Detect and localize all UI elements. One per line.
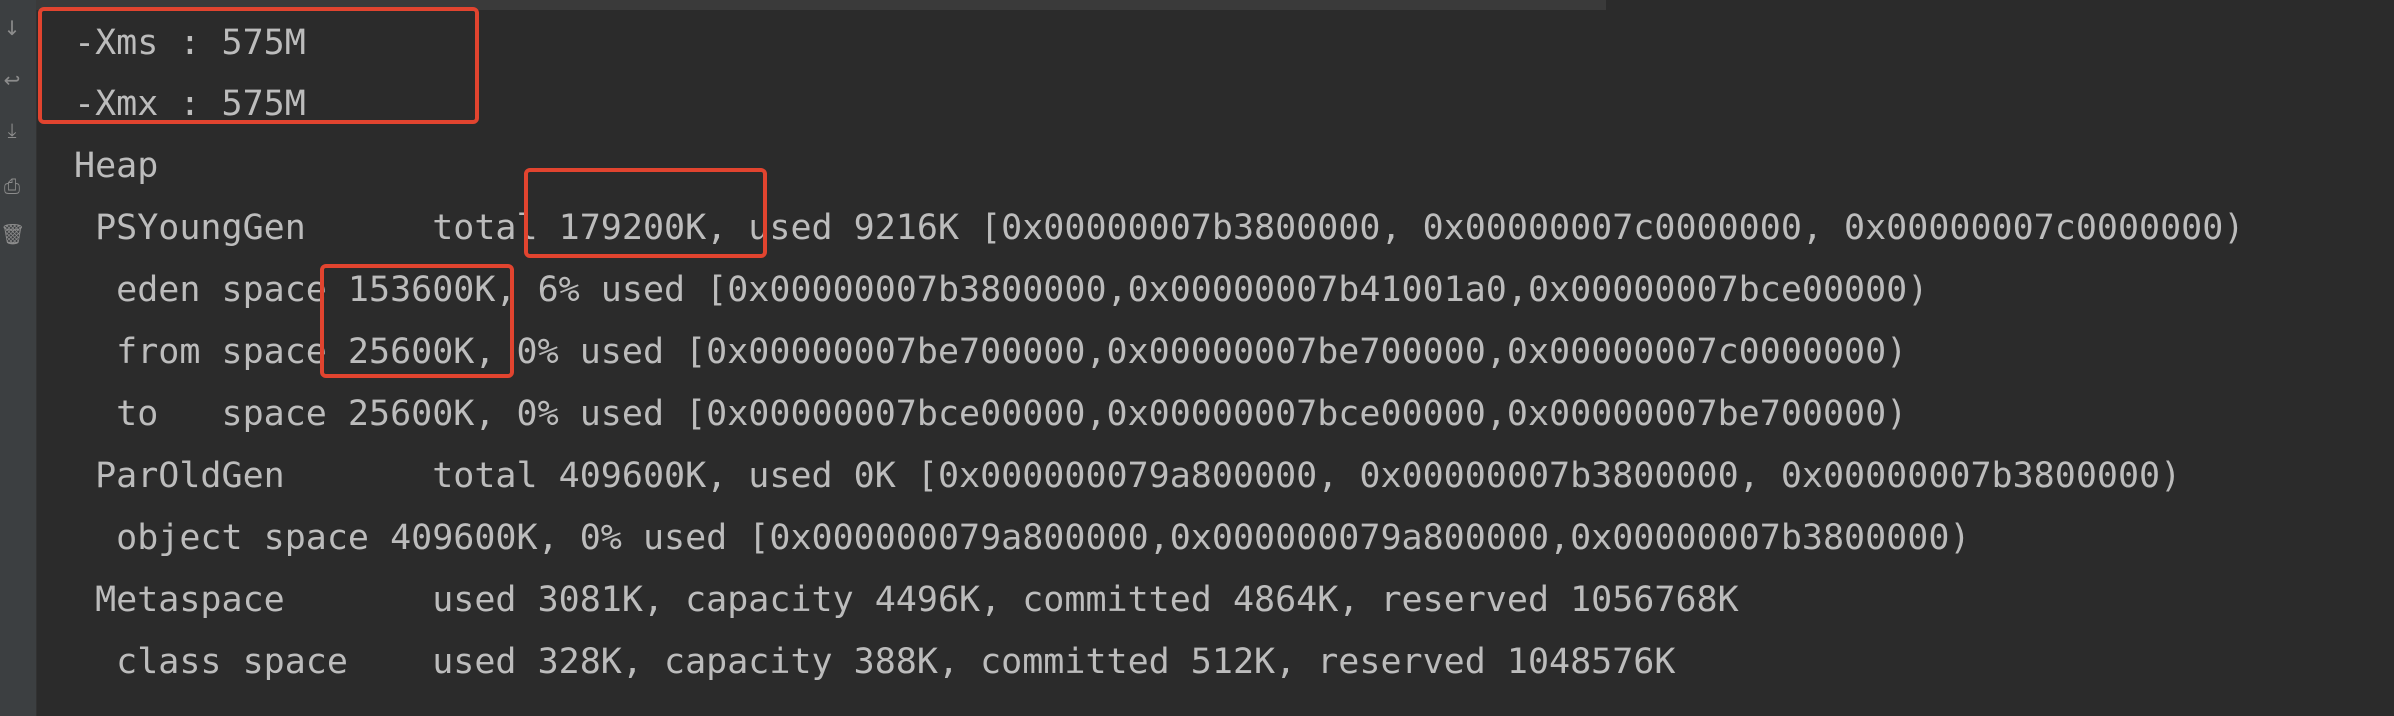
console-line-from-space: from space 25600K, 0% used [0x00000007be…: [74, 332, 1908, 372]
console-line-psyounggen: PSYoungGen total 179200K, used 9216K [0x…: [74, 208, 2245, 248]
console-output[interactable]: -Xms : 575M -Xmx : 575M Heap PSYoungGen …: [36, 0, 2394, 716]
console-line-heap: Heap: [74, 146, 159, 186]
console-line-class-space: class space used 328K, capacity 388K, co…: [74, 642, 1676, 682]
console-line-to-space: to space 25600K, 0% used [0x00000007bce0…: [74, 394, 1908, 434]
print-icon[interactable]: ⎙: [0, 174, 24, 198]
trash-icon[interactable]: 🗑: [0, 222, 25, 246]
console-line-metaspace: Metaspace used 3081K, capacity 4496K, co…: [74, 580, 1739, 620]
console-line-xms: -Xms : 575M: [74, 23, 306, 63]
console-line-eden-space: eden space 153600K, 6% used [0x00000007b…: [74, 270, 1929, 310]
arrow-down-icon[interactable]: ↓: [0, 16, 24, 40]
console-line-paroldgen: ParOldGen total 409600K, used 0K [0x0000…: [74, 456, 2182, 496]
scroll-to-end-icon[interactable]: ⤓: [0, 118, 24, 142]
console-line-xmx: -Xmx : 575M: [74, 84, 306, 124]
console-line-object-space: object space 409600K, 0% used [0x0000000…: [74, 518, 1971, 558]
console-toolbar: ↓ ↩ ⤓ ⎙ 🗑: [0, 0, 37, 716]
soft-wrap-icon[interactable]: ↩: [0, 68, 24, 92]
